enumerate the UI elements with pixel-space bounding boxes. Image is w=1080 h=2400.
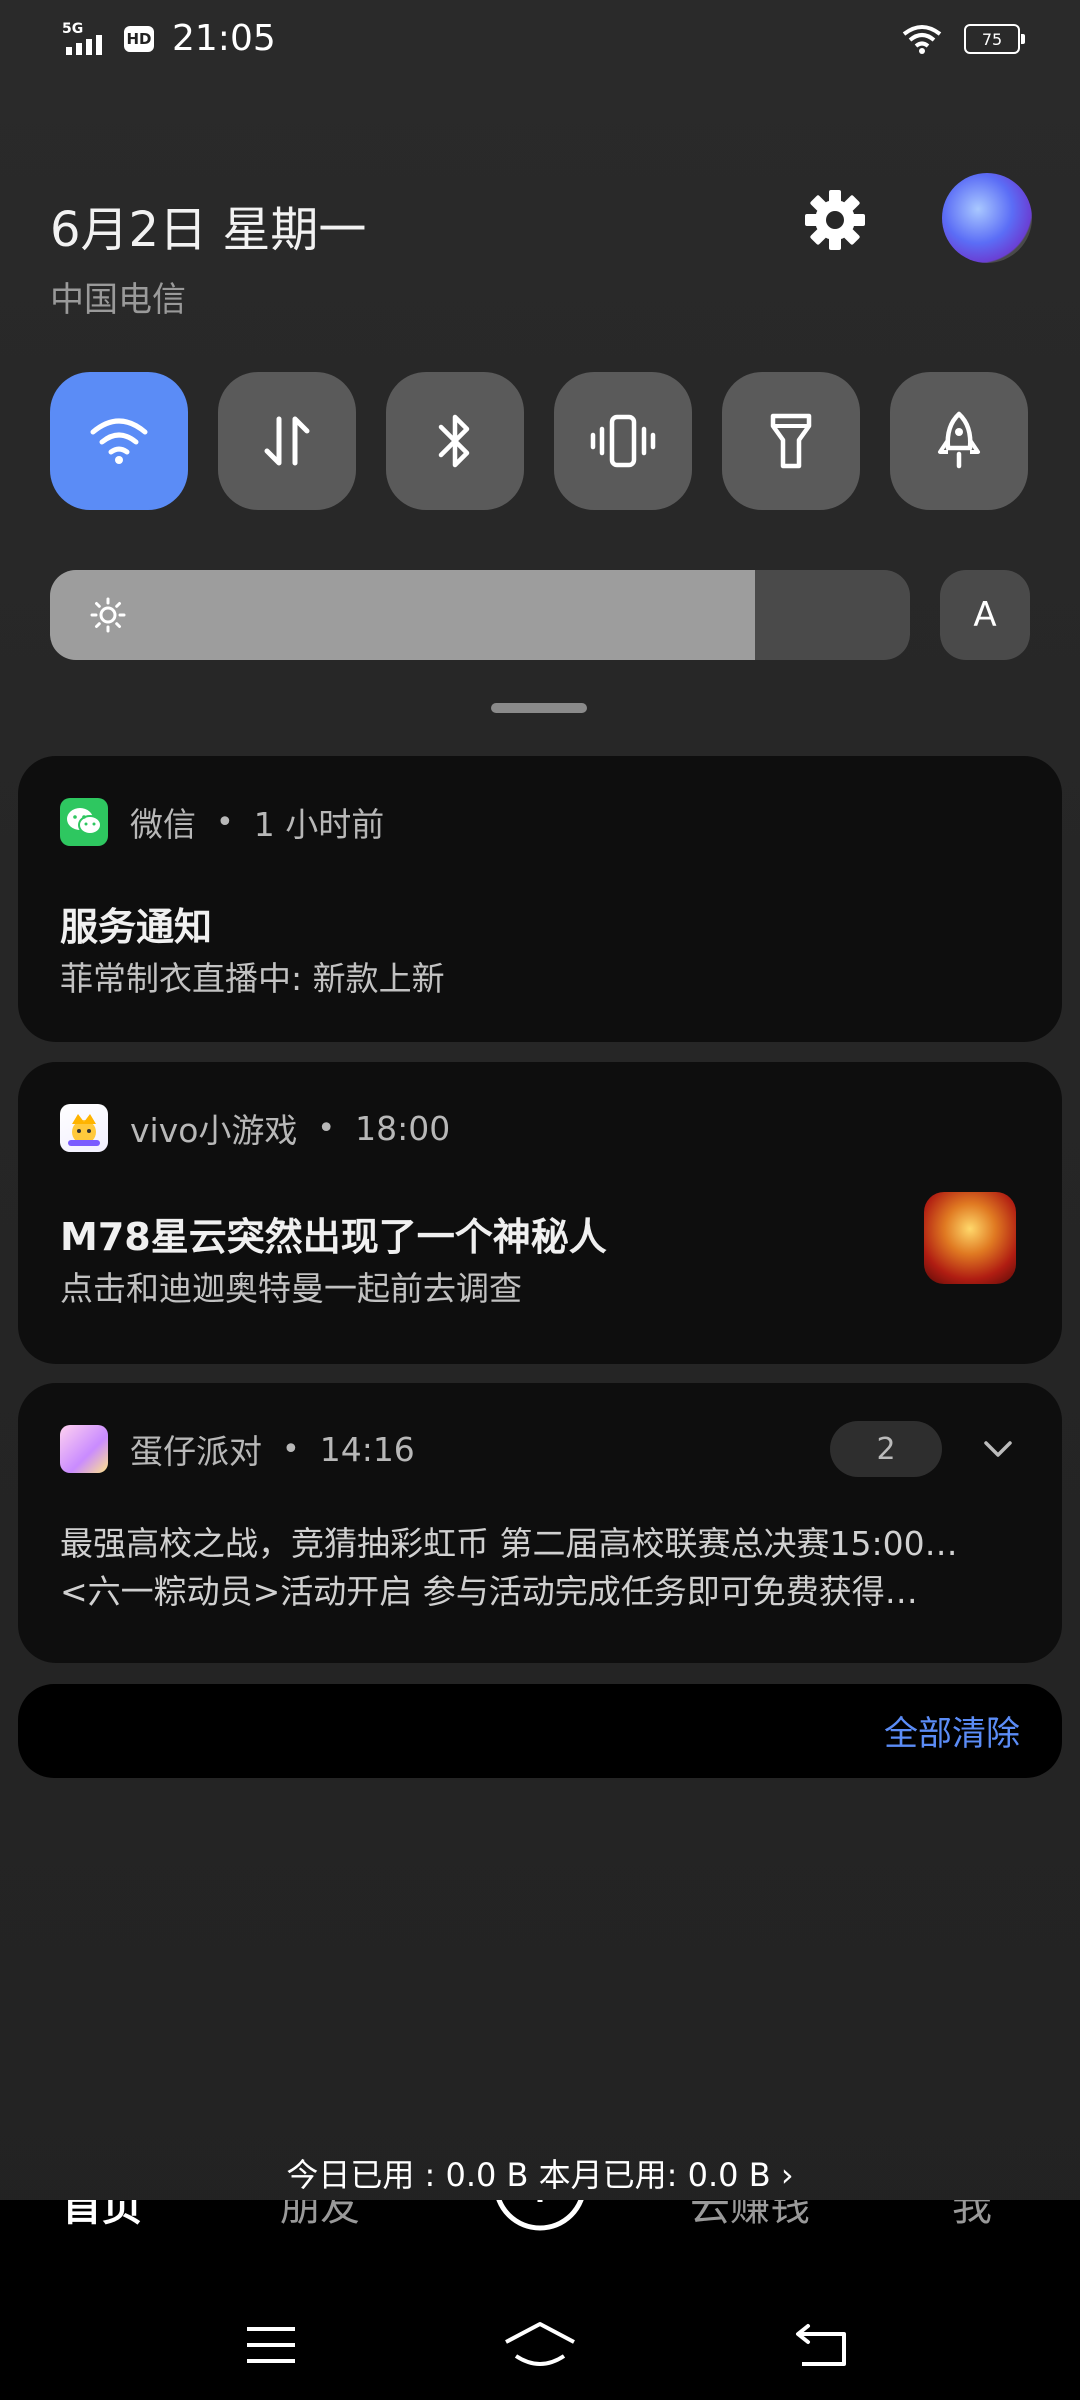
separator-dot: • <box>317 1110 336 1146</box>
wifi-status-icon <box>902 25 942 54</box>
battery-level: 75 <box>981 29 1003 49</box>
data-transfer-icon <box>264 416 310 466</box>
clear-all-button[interactable]: 全部清除 <box>884 1706 1020 1755</box>
notification-card-wechat[interactable]: 微信 • 1 小时前 服务通知 菲常制衣直播中: 新款上新 <box>18 756 1062 1042</box>
battery-icon: 75 <box>964 24 1025 54</box>
status-bar-left: 5G HD 21:05 <box>62 18 276 59</box>
quick-settings-tiles <box>50 372 1028 510</box>
brightness-slider[interactable] <box>50 570 910 660</box>
chevron-down-icon[interactable] <box>980 1431 1016 1467</box>
clear-all-bar: 全部清除 <box>18 1684 1062 1778</box>
notification-thumbnail-image <box>924 1192 1016 1284</box>
flashlight-icon <box>770 413 812 469</box>
background-app-area: 首页 朋友 云赚钱 我 <box>0 2200 1080 2400</box>
svg-text:5G: 5G <box>62 21 83 37</box>
wechat-icon <box>60 798 108 846</box>
bluetooth-icon <box>438 414 470 468</box>
vivo-minigame-icon <box>60 1104 108 1152</box>
notification-header: vivo小游戏 • 18:00 <box>60 1104 450 1152</box>
background-app-tabbar: 首页 朋友 云赚钱 我 <box>0 2200 1080 2234</box>
status-time: 21:05 <box>172 18 276 59</box>
app-name: 微信 <box>130 805 196 844</box>
eggy-party-icon <box>60 1425 108 1473</box>
nav-menu-button[interactable] <box>231 2310 311 2380</box>
nav-home-button[interactable] <box>500 2310 580 2380</box>
system-navigation-bar <box>0 2310 1080 2400</box>
bg-tab-me: 我 <box>952 2200 992 2230</box>
settings-gear-icon[interactable] <box>800 185 870 255</box>
carrier-label: 中国电信 <box>50 280 186 320</box>
cellular-signal-icon: 5G <box>62 21 102 55</box>
back-icon <box>796 2324 846 2366</box>
rocket-icon <box>938 411 980 469</box>
data-usage-label[interactable]: 今日已用 : 0.0 B 本月已用: 0.0 B › <box>0 2150 1080 2196</box>
tile-flashlight[interactable] <box>722 372 860 510</box>
tile-rocket[interactable] <box>890 372 1028 510</box>
separator-dot: • <box>216 804 234 840</box>
app-name: vivo小游戏 <box>130 1111 298 1150</box>
app-name: 蛋仔派对 <box>130 1432 262 1471</box>
notification-body: 点击和迪迦奥特曼一起前去调查 <box>60 1269 522 1308</box>
notification-time: 18:00 <box>355 1108 451 1148</box>
notification-title: M78星云突然出现了一个神秘人 <box>60 1215 607 1259</box>
notification-time: 14:16 <box>319 1429 415 1469</box>
brightness-fill <box>50 570 756 660</box>
status-bar-right: 75 <box>902 24 1025 54</box>
notification-title: 服务通知 <box>60 905 213 949</box>
bg-tab-earn: 云赚钱 <box>690 2200 810 2230</box>
bg-tab-friends: 朋友 <box>280 2200 360 2230</box>
sun-icon <box>90 597 126 633</box>
auto-brightness-button[interactable]: A <box>940 570 1030 660</box>
notification-body: 菲常制衣直播中: 新款上新 <box>60 959 445 998</box>
panel-drag-handle[interactable] <box>491 703 587 713</box>
tile-mobile-data[interactable] <box>218 372 356 510</box>
notification-card-eggy-party[interactable]: 蛋仔派对 • 14:16 2 最强高校之战，竞猜抽彩虹币 第二届高校联赛总决赛1… <box>18 1383 1062 1663</box>
notification-card-vivo-game[interactable]: vivo小游戏 • 18:00 M78星云突然出现了一个神秘人 点击和迪迦奥特曼… <box>18 1062 1062 1364</box>
tile-bluetooth[interactable] <box>386 372 524 510</box>
separator-dot: • <box>282 1431 300 1467</box>
bg-tab-home: 首页 <box>62 2200 142 2230</box>
notification-time: 1 小时前 <box>253 805 385 844</box>
wifi-icon <box>90 418 148 464</box>
vibrate-icon <box>590 414 656 468</box>
notification-line: <六一粽动员>活动开启 参与活动完成任务即可免费获得… <box>60 1572 918 1611</box>
user-avatar[interactable] <box>942 173 1032 263</box>
home-icon <box>505 2322 575 2366</box>
tile-wifi[interactable] <box>50 372 188 510</box>
notification-header: 蛋仔派对 • 14:16 <box>60 1425 415 1473</box>
tile-vibrate[interactable] <box>554 372 692 510</box>
bg-add-icon <box>496 2200 584 2231</box>
hd-icon: HD <box>124 25 154 52</box>
notification-header: 微信 • 1 小时前 <box>60 798 384 846</box>
date-label: 6月2日 星期一 <box>50 202 367 258</box>
notification-count-badge: 2 <box>830 1421 942 1477</box>
notification-line: 最强高校之战，竞猜抽彩虹币 第二届高校联赛总决赛15:00… <box>60 1524 958 1563</box>
nav-back-button[interactable] <box>782 2310 862 2380</box>
menu-icon <box>247 2327 295 2363</box>
